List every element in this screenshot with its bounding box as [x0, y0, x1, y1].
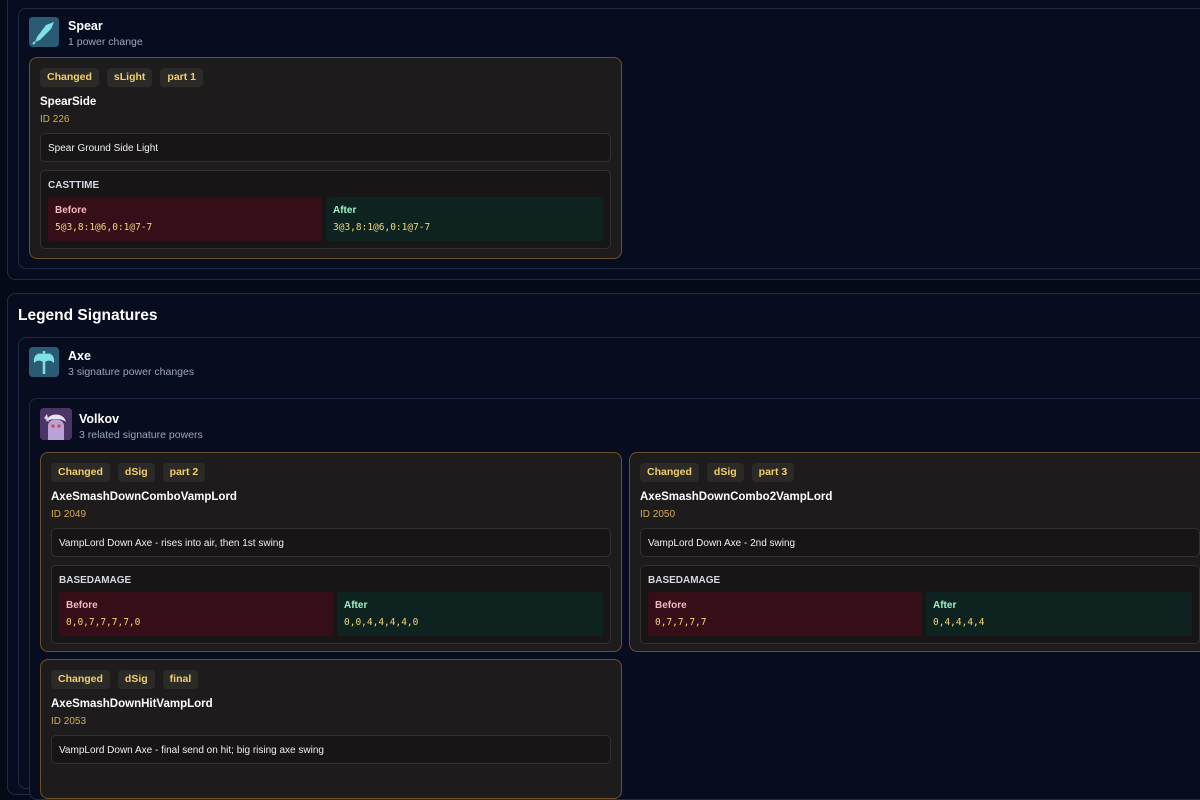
status-badge: Changed: [51, 463, 110, 482]
status-badge: Changed: [40, 68, 99, 87]
weapon-subtitle: 3 signature power changes: [68, 366, 195, 378]
weapon-name: Spear: [68, 19, 103, 33]
volkov-avatar: [40, 408, 72, 440]
after-value: 3@3,8:1@6,0:1@7-7: [333, 222, 431, 233]
field-change: CASTTIME Before 5@3,8:1@6,0:1@7-7 After …: [40, 170, 611, 249]
status-badge: Changed: [640, 463, 699, 482]
after-label: After: [333, 205, 357, 216]
after-value-box: After 0,0,4,4,4,4,0: [337, 592, 603, 636]
after-value: 0,0,4,4,4,4,0: [344, 617, 419, 628]
field-name: BASEDAMAGE: [648, 575, 721, 586]
after-value: 0,4,4,4,4: [933, 617, 985, 628]
after-label: After: [933, 600, 957, 611]
tag-list: Changed dSig part 2: [51, 463, 206, 482]
field-change: BASEDAMAGE Before 0,0,7,7,7,7,0 After 0,…: [51, 565, 611, 644]
before-value-box: Before 0,7,7,7,7: [648, 592, 922, 636]
power-card[interactable]: Changed sLight part 1 SpearSide ID 226 S…: [29, 57, 622, 259]
part-badge: part 2: [162, 463, 206, 482]
after-value-box: After 0,4,4,4,4: [926, 592, 1192, 636]
power-card[interactable]: Changed dSig part 3 AxeSmashDownCombo2Va…: [629, 452, 1200, 652]
power-description: VampLord Down Axe - 2nd swing: [640, 528, 1200, 557]
power-id: ID 2049: [51, 509, 87, 520]
before-value-box: Before 5@3,8:1@6,0:1@7-7: [48, 197, 322, 241]
before-label: Before: [66, 600, 98, 611]
tag-list: Changed sLight part 1: [40, 68, 204, 87]
field-name: CASTTIME: [48, 180, 100, 191]
category-badge: dSig: [117, 463, 155, 482]
before-value: 5@3,8:1@6,0:1@7-7: [55, 222, 153, 233]
legend-subtitle: 3 related signature powers: [79, 429, 203, 441]
tag-list: Changed dSig final: [51, 670, 199, 689]
after-value-box: After 3@3,8:1@6,0:1@7-7: [326, 197, 603, 241]
part-badge: final: [162, 670, 199, 689]
power-description: VampLord Down Axe - final send on hit; b…: [51, 735, 611, 764]
weapon-name: Axe: [68, 349, 91, 363]
spear-icon: [29, 17, 59, 47]
legend-name: Volkov: [79, 412, 120, 426]
before-label: Before: [55, 205, 87, 216]
weapon-subtitle: 1 power change: [68, 36, 143, 48]
power-name: AxeSmashDownComboVampLord: [51, 491, 237, 503]
part-badge: part 1: [160, 68, 204, 87]
category-badge: dSig: [706, 463, 744, 482]
power-name: AxeSmashDownCombo2VampLord: [640, 491, 833, 503]
section-title: Legend Signatures: [18, 307, 158, 324]
part-badge: part 3: [751, 463, 795, 482]
before-value: 0,7,7,7,7: [655, 617, 707, 628]
power-description: VampLord Down Axe - rises into air, then…: [51, 528, 611, 557]
category-badge: sLight: [106, 68, 153, 87]
tag-list: Changed dSig part 3: [640, 463, 795, 482]
power-card[interactable]: Changed dSig final AxeSmashDownHitVampLo…: [40, 659, 622, 799]
before-label: Before: [655, 600, 687, 611]
power-id: ID 2050: [640, 509, 676, 520]
power-id: ID 226: [40, 114, 70, 125]
category-badge: dSig: [117, 670, 155, 689]
power-name: SpearSide: [40, 96, 97, 108]
after-label: After: [344, 600, 368, 611]
status-badge: Changed: [51, 670, 110, 689]
before-value-box: Before 0,0,7,7,7,7,0: [59, 592, 333, 636]
power-card[interactable]: Changed dSig part 2 AxeSmashDownComboVam…: [40, 452, 622, 652]
power-description: Spear Ground Side Light: [40, 133, 611, 162]
power-id: ID 2053: [51, 716, 87, 727]
field-change: BASEDAMAGE Before 0,7,7,7,7 After 0,4,4,…: [640, 565, 1200, 644]
field-name: BASEDAMAGE: [59, 575, 132, 586]
before-value: 0,0,7,7,7,7,0: [66, 617, 141, 628]
axe-icon: [29, 347, 59, 377]
power-name: AxeSmashDownHitVampLord: [51, 698, 213, 710]
